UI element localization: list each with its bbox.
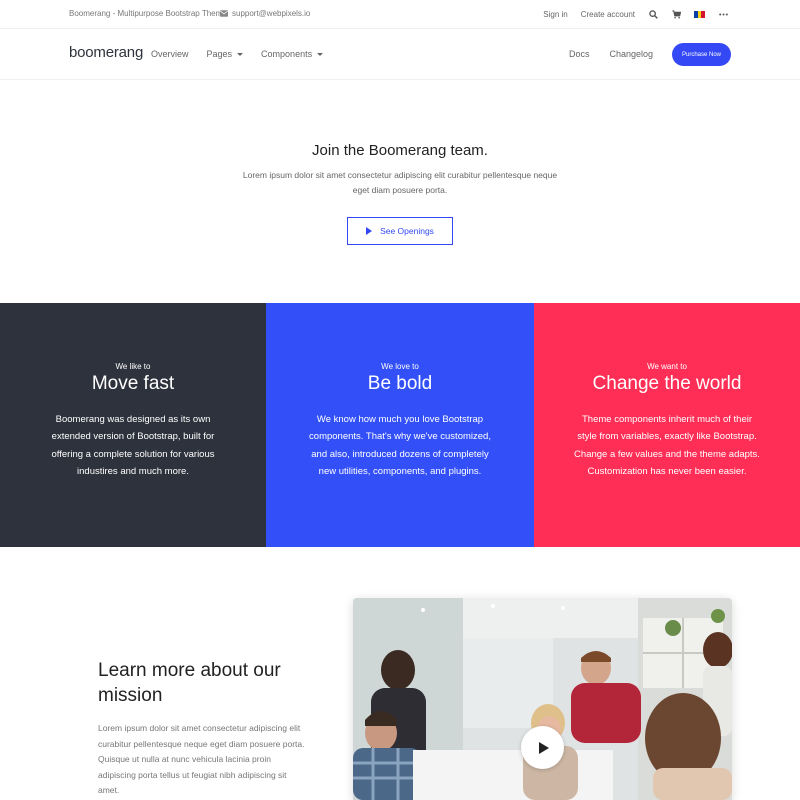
nav-overview-label: Overview (151, 49, 189, 59)
topbar-links: Sign in Create account (543, 7, 728, 21)
office-video-thumbnail[interactable] (353, 598, 732, 800)
feature-text: Theme components inherit much of their s… (574, 414, 760, 477)
support-email-text: support@webpixels.io (232, 9, 311, 18)
mission-text: Lorem ipsum dolor sit amet consectetur a… (98, 723, 305, 795)
play-icon (366, 227, 373, 235)
see-openings-label: See Openings (380, 226, 434, 236)
feature-change-the-world: We want to Change the world Theme compon… (534, 303, 800, 547)
feature-eyebrow: We want to (647, 362, 687, 371)
cart-icon[interactable] (671, 9, 681, 19)
more-icon[interactable] (718, 9, 728, 19)
top-bar: Boomerang - Multipurpose Bootstrap Theme… (0, 0, 800, 29)
nav-pages-label: Pages (206, 49, 233, 59)
nav-pages[interactable]: Pages (207, 49, 244, 59)
search-icon[interactable] (648, 9, 658, 19)
hero-text: Lorem ipsum dolor sit amet consectetur a… (242, 170, 558, 195)
secondary-nav: Docs Changelog (569, 49, 653, 59)
features-section: We like to Move fast Boomerang was desig… (0, 303, 800, 547)
nav-components[interactable]: Components (261, 49, 324, 59)
nav-changelog[interactable]: Changelog (610, 49, 654, 59)
sign-in-link[interactable]: Sign in (543, 10, 567, 19)
feature-text: Boomerang was designed as its own extend… (51, 414, 215, 477)
feature-title: Move fast (91, 373, 175, 394)
feature-title: Change the world (592, 373, 742, 394)
site-title: Boomerang - Multipurpose Bootstrap Theme (69, 9, 227, 18)
language-flag-icon[interactable] (694, 10, 706, 18)
feature-title: Be bold (367, 373, 433, 394)
nav-docs[interactable]: Docs (569, 49, 590, 59)
chevron-down-icon (317, 52, 324, 56)
hero-title: Join the Boomerang team. (312, 142, 488, 159)
feature-text: We know how much you love Bootstrap comp… (309, 414, 491, 477)
support-email[interactable]: support@webpixels.io (220, 9, 310, 18)
brand-logo[interactable]: boomerang (69, 44, 143, 61)
nav-overview[interactable]: Overview (151, 49, 189, 59)
nav-components-label: Components (261, 49, 313, 59)
feature-move-fast: We like to Move fast Boomerang was desig… (0, 303, 266, 547)
primary-nav: Overview Pages Components (151, 49, 324, 59)
main-navbar: boomerang Overview Pages Components Docs… (0, 29, 800, 80)
envelope-icon (220, 10, 228, 17)
feature-eyebrow: We love to (381, 362, 419, 371)
feature-eyebrow: We like to (115, 362, 151, 371)
purchase-now-button[interactable]: Purchase Now (672, 43, 731, 66)
play-video-button[interactable] (521, 726, 564, 769)
create-account-link[interactable]: Create account (581, 10, 635, 19)
see-openings-button[interactable]: See Openings (347, 217, 453, 245)
feature-be-bold: We love to Be bold We know how much you … (266, 303, 534, 547)
play-icon (539, 741, 549, 754)
chevron-down-icon (237, 52, 244, 56)
mission-title: Learn more about our mission (98, 660, 281, 706)
